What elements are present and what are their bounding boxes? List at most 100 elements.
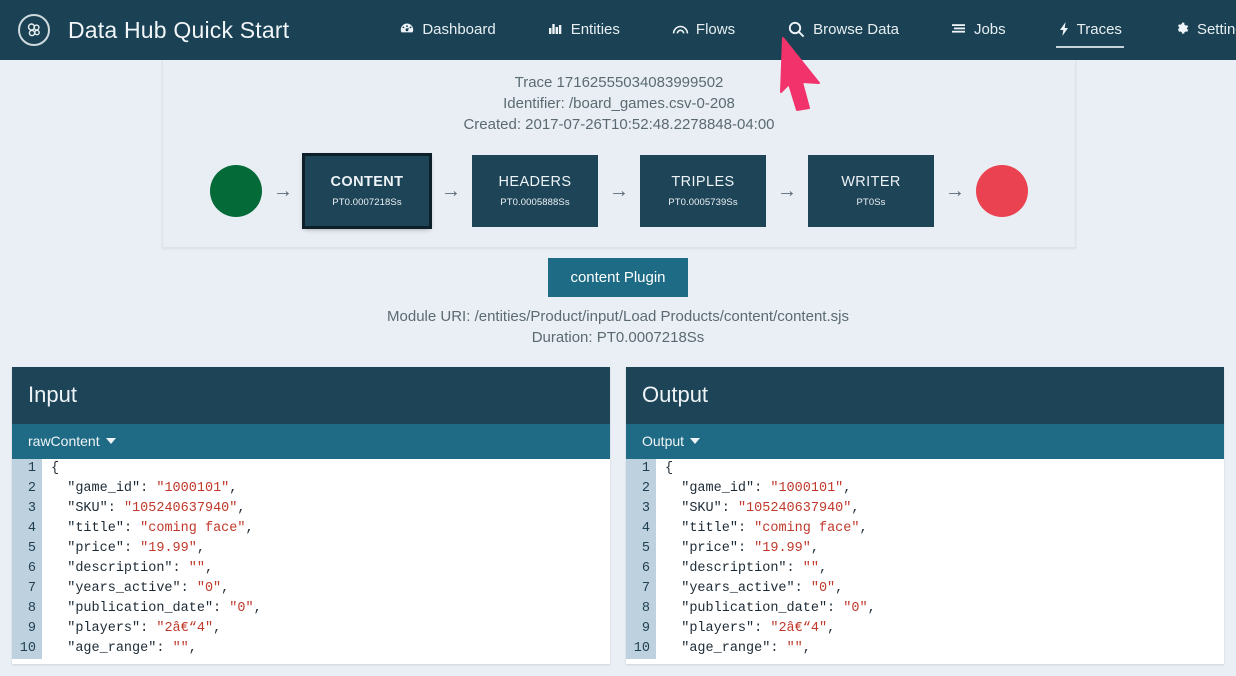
code-line: 4 "title": "coming face", xyxy=(626,519,1224,539)
line-content: "players": "2â€“4", xyxy=(681,621,836,636)
line-content: "game_id": "1000101", xyxy=(67,481,238,496)
code-line: 3 "SKU": "105240637940", xyxy=(12,499,610,519)
bolt-icon xyxy=(1058,21,1070,37)
line-content: "age_range": "", xyxy=(67,641,197,656)
trace-flow-card: Trace 17162555034083999502 Identifier: /… xyxy=(162,59,1076,248)
code-line: 10 "age_range": "", xyxy=(12,639,610,659)
line-number: 2 xyxy=(626,479,656,499)
flow-step-name: CONTENT xyxy=(330,174,404,190)
flow-start-circle xyxy=(210,165,262,217)
line-content: "price": "19.99", xyxy=(681,541,819,556)
code-line: 8 "publication_date": "0", xyxy=(12,599,610,619)
line-number: 7 xyxy=(12,579,42,599)
trace-created: Created: 2017-07-26T10:52:48.2278848-04:… xyxy=(463,116,775,133)
brand-title[interactable]: Data Hub Quick Start xyxy=(68,17,289,44)
line-content: "game_id": "1000101", xyxy=(681,481,852,496)
line-content: "SKU": "105240637940", xyxy=(681,501,860,516)
line-content: "title": "coming face", xyxy=(681,521,868,536)
code-line: 5 "price": "19.99", xyxy=(626,539,1224,559)
jobs-list-icon xyxy=(951,21,967,37)
datahub-logo-icon[interactable] xyxy=(18,14,50,46)
line-number: 1 xyxy=(626,459,656,479)
code-line: 3 "SKU": "105240637940", xyxy=(626,499,1224,519)
code-line: 2 "game_id": "1000101", xyxy=(626,479,1224,499)
nav-item-flows[interactable]: Flows xyxy=(672,15,735,46)
flow-step-content[interactable]: CONTENT PT0.0007218Ss xyxy=(302,153,432,229)
input-code-view[interactable]: 1{2 "game_id": "1000101", 3 "SKU": "10524… xyxy=(12,459,610,664)
nav-item-settings[interactable]: Settings xyxy=(1174,15,1236,46)
nav-label: Jobs xyxy=(973,20,1006,38)
line-number: 10 xyxy=(626,639,656,659)
line-content: "SKU": "105240637940", xyxy=(67,501,246,516)
line-content: "price": "19.99", xyxy=(67,541,205,556)
flow-step-name: TRIPLES xyxy=(671,174,735,190)
flow-arrow-icon: → xyxy=(273,180,293,202)
flow-step-duration: PT0.0005739Ss xyxy=(668,197,738,208)
line-number: 5 xyxy=(12,539,42,559)
plugin-module-uri: Module URI: /entities/Product/input/Load… xyxy=(387,308,849,325)
line-number: 6 xyxy=(626,559,656,579)
line-content: "age_range": "", xyxy=(681,641,811,656)
line-number: 5 xyxy=(626,539,656,559)
flow-diagram: → CONTENT PT0.0007218Ss → HEADERS PT0.00… xyxy=(163,153,1075,229)
nav-item-browse-data[interactable]: Browse Data xyxy=(787,14,899,47)
code-line: 2 "game_id": "1000101", xyxy=(12,479,610,499)
nav-label: Entities xyxy=(570,20,620,38)
nav-item-traces[interactable]: Traces xyxy=(1055,15,1125,48)
flow-step-writer[interactable]: WRITER PT0Ss xyxy=(808,155,934,227)
nav-item-dashboard[interactable]: Dashboard xyxy=(399,15,496,46)
line-content: "years_active": "0", xyxy=(681,581,844,596)
line-number: 7 xyxy=(626,579,656,599)
line-number: 1 xyxy=(12,459,42,479)
trace-title: Trace 17162555034083999502 xyxy=(514,74,724,91)
line-number: 3 xyxy=(12,499,42,519)
line-number: 4 xyxy=(626,519,656,539)
code-line: 6 "description": "", xyxy=(12,559,610,579)
code-line: 7 "years_active": "0", xyxy=(626,579,1224,599)
nav-item-jobs[interactable]: Jobs xyxy=(951,15,1006,46)
output-source-dropdown[interactable]: Output xyxy=(626,424,1224,459)
line-number: 8 xyxy=(12,599,42,619)
nav-label: Browse Data xyxy=(813,20,899,38)
flow-step-duration: PT0.0005888Ss xyxy=(500,197,570,208)
flow-step-triples[interactable]: TRIPLES PT0.0005739Ss xyxy=(640,155,766,227)
flow-arrow-icon: → xyxy=(441,180,461,202)
nav-label: Settings xyxy=(1196,20,1236,38)
line-number: 2 xyxy=(12,479,42,499)
flow-step-headers[interactable]: HEADERS PT0.0005888Ss xyxy=(472,155,598,227)
line-content: "description": "", xyxy=(681,561,828,576)
output-panel: Output Output 1{2 "game_id": "1000101", 3… xyxy=(626,367,1224,664)
code-line: 7 "years_active": "0", xyxy=(12,579,610,599)
nav-label: Dashboard xyxy=(422,20,496,38)
line-number: 6 xyxy=(12,559,42,579)
line-content: "years_active": "0", xyxy=(67,581,230,596)
code-line: 1{ xyxy=(12,459,610,479)
flow-arrow-icon: → xyxy=(777,180,797,202)
line-number: 9 xyxy=(626,619,656,639)
line-content: "publication_date": "0", xyxy=(67,601,262,616)
output-panel-title: Output xyxy=(626,367,1224,424)
input-source-dropdown[interactable]: rawContent xyxy=(12,424,610,459)
plugin-section: content Plugin Module URI: /entities/Pro… xyxy=(0,258,1236,348)
nav-links: Dashboard Entities Flows Browse Data Job… xyxy=(373,14,1236,48)
content-plugin-button[interactable]: content Plugin xyxy=(548,258,688,297)
line-number: 3 xyxy=(626,499,656,519)
entities-chart-icon xyxy=(548,21,564,37)
dashboard-gauge-icon xyxy=(399,21,415,37)
flow-arrow-icon: → xyxy=(609,180,629,202)
flow-step-duration: PT0.0007218Ss xyxy=(332,197,402,208)
code-line: 5 "price": "19.99", xyxy=(12,539,610,559)
output-code-view[interactable]: 1{2 "game_id": "1000101", 3 "SKU": "10524… xyxy=(626,459,1224,664)
nav-label: Traces xyxy=(1076,20,1122,38)
flow-arrow-icon: → xyxy=(945,180,965,202)
flow-step-name: HEADERS xyxy=(498,174,572,190)
flows-arc-icon xyxy=(672,21,689,37)
search-icon xyxy=(787,20,806,39)
nav-item-entities[interactable]: Entities xyxy=(548,15,620,46)
line-number: 9 xyxy=(12,619,42,639)
output-source-label: Output xyxy=(642,433,685,449)
input-panel-title: Input xyxy=(12,367,610,424)
top-navbar: Data Hub Quick Start Dashboard Entities xyxy=(0,0,1236,60)
code-line: 9 "players": "2â€“4", xyxy=(626,619,1224,639)
line-content: "description": "", xyxy=(67,561,214,576)
